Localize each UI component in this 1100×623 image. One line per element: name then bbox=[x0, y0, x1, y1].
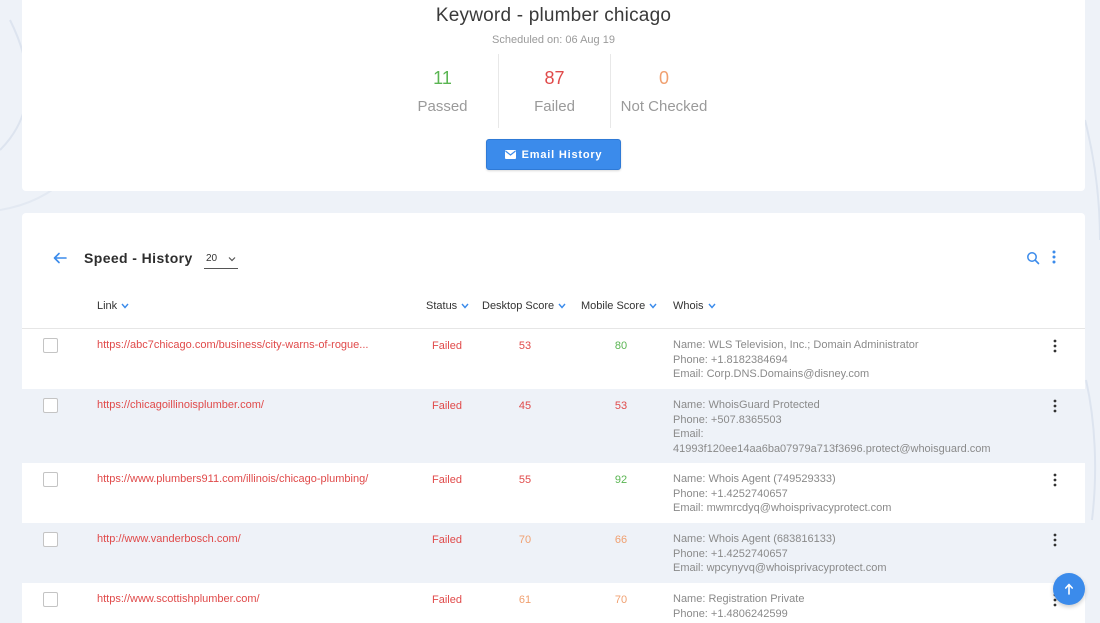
table-row: https://chicagoillinoisplumber.com/ Fail… bbox=[22, 389, 1085, 463]
stat-not-checked: 0 Not Checked bbox=[610, 54, 718, 128]
column-header-mobile-score[interactable]: Mobile Score bbox=[581, 300, 657, 312]
sort-chevron-icon bbox=[649, 303, 657, 309]
chevron-down-icon bbox=[228, 257, 236, 262]
row-desktop-score: 61 bbox=[518, 594, 532, 606]
row-checkbox[interactable] bbox=[43, 592, 58, 607]
row-whois: Name: WhoisGuard Protected Phone: +507.8… bbox=[673, 398, 1033, 456]
table-row: http://www.vanderbosch.com/ Failed 70 66… bbox=[22, 523, 1085, 583]
email-history-button[interactable]: Email History bbox=[486, 139, 621, 170]
row-more-options-icon[interactable] bbox=[1050, 473, 1060, 487]
failed-label: Failed bbox=[534, 98, 575, 115]
stat-passed: 11 Passed bbox=[387, 54, 498, 128]
row-whois: Name: Registration Private Phone: +1.480… bbox=[673, 592, 1033, 621]
whois-phone: Phone: +1.4806242599 bbox=[673, 607, 788, 620]
table-row: https://abc7chicago.com/business/city-wa… bbox=[22, 329, 1085, 389]
whois-phone: Phone: +507.8365503 bbox=[673, 413, 782, 426]
search-icon[interactable] bbox=[1026, 251, 1040, 265]
row-status: Failed bbox=[432, 400, 462, 412]
arrow-up-icon bbox=[1065, 583, 1073, 595]
whois-name: Name: Registration Private bbox=[673, 593, 805, 605]
row-whois: Name: Whois Agent (683816133) Phone: +1.… bbox=[673, 532, 1033, 576]
whois-email: Email: mwmrcdyq@whoisprivacyprotect.com bbox=[673, 502, 892, 514]
row-checkbox[interactable] bbox=[43, 532, 58, 547]
back-arrow-icon[interactable] bbox=[52, 250, 68, 266]
row-desktop-score: 45 bbox=[518, 400, 532, 412]
row-status: Failed bbox=[432, 340, 462, 352]
sort-chevron-icon bbox=[121, 303, 129, 309]
row-link[interactable]: https://www.plumbers911.com/illinois/chi… bbox=[97, 473, 397, 485]
row-desktop-score: 53 bbox=[518, 340, 532, 352]
row-link[interactable]: http://www.vanderbosch.com/ bbox=[97, 533, 397, 545]
row-whois: Name: WLS Television, Inc.; Domain Admin… bbox=[673, 338, 1033, 382]
row-desktop-score: 70 bbox=[518, 534, 532, 546]
email-history-label: Email History bbox=[521, 148, 603, 161]
row-whois: Name: Whois Agent (749529333) Phone: +1.… bbox=[673, 472, 1033, 516]
column-mobile-label: Mobile Score bbox=[581, 300, 646, 312]
whois-email-value: 41993f120ee14aa6ba07979a713f3696.protect… bbox=[673, 442, 991, 455]
whois-name: Name: Whois Agent (683816133) bbox=[673, 533, 836, 545]
row-status: Failed bbox=[432, 594, 462, 606]
sort-chevron-icon bbox=[708, 303, 716, 309]
row-mobile-score: 66 bbox=[614, 534, 628, 546]
not-checked-count: 0 bbox=[658, 68, 669, 88]
row-status: Failed bbox=[432, 474, 462, 486]
whois-phone: Phone: +1.4252740657 bbox=[673, 487, 788, 500]
row-mobile-score: 80 bbox=[614, 340, 628, 352]
envelope-icon bbox=[504, 150, 516, 159]
row-mobile-score: 53 bbox=[614, 400, 628, 412]
whois-email: Email: bbox=[673, 428, 704, 440]
failed-count: 87 bbox=[544, 68, 565, 88]
row-desktop-score: 55 bbox=[518, 474, 532, 486]
column-status-label: Status bbox=[426, 300, 458, 312]
column-desktop-label: Desktop Score bbox=[482, 300, 555, 312]
column-link-label: Link bbox=[97, 300, 118, 312]
keyword-summary-card: Keyword - plumber chicago Scheduled on: … bbox=[22, 0, 1085, 191]
column-header-status[interactable]: Status bbox=[426, 300, 469, 312]
column-header-link[interactable]: Link bbox=[97, 300, 129, 312]
row-more-options-icon[interactable] bbox=[1050, 399, 1060, 413]
sort-chevron-icon bbox=[558, 303, 566, 309]
row-status: Failed bbox=[432, 534, 462, 546]
more-options-icon[interactable] bbox=[1048, 250, 1060, 264]
whois-name: Name: Whois Agent (749529333) bbox=[673, 473, 836, 485]
row-link[interactable]: https://abc7chicago.com/business/city-wa… bbox=[97, 339, 397, 351]
row-link[interactable]: https://www.scottishplumber.com/ bbox=[97, 593, 397, 605]
row-mobile-score: 70 bbox=[614, 594, 628, 606]
speed-history-panel: Speed - History 20 Link Status Desktop S… bbox=[22, 213, 1085, 623]
per-page-select[interactable]: 20 bbox=[204, 253, 238, 269]
whois-name: Name: WhoisGuard Protected bbox=[673, 399, 820, 411]
row-checkbox[interactable] bbox=[43, 338, 58, 353]
whois-phone: Phone: +1.8182384694 bbox=[673, 353, 788, 366]
page-title: Speed - History bbox=[84, 250, 193, 266]
per-page-value: 20 bbox=[206, 253, 218, 264]
scheduled-date: Scheduled on: 06 Aug 19 bbox=[492, 34, 615, 46]
sort-chevron-icon bbox=[461, 303, 469, 309]
stat-failed: 87 Failed bbox=[498, 54, 611, 128]
whois-email: Email: Corp.DNS.Domains@disney.com bbox=[673, 368, 870, 380]
whois-email: Email: wpcynyvq@whoisprivacyprotect.com bbox=[673, 562, 887, 574]
row-checkbox[interactable] bbox=[43, 472, 58, 487]
history-table-body: https://abc7chicago.com/business/city-wa… bbox=[22, 328, 1085, 623]
table-row: https://www.plumbers911.com/illinois/chi… bbox=[22, 463, 1085, 523]
whois-phone: Phone: +1.4252740657 bbox=[673, 547, 788, 560]
row-more-options-icon[interactable] bbox=[1050, 339, 1060, 353]
passed-count: 11 bbox=[433, 68, 452, 88]
row-checkbox[interactable] bbox=[43, 398, 58, 413]
whois-name: Name: WLS Television, Inc.; Domain Admin… bbox=[673, 339, 919, 351]
column-whois-label: Whois bbox=[673, 300, 704, 312]
column-header-whois[interactable]: Whois bbox=[673, 300, 716, 312]
row-more-options-icon[interactable] bbox=[1050, 533, 1060, 547]
passed-label: Passed bbox=[417, 98, 468, 115]
row-mobile-score: 92 bbox=[614, 474, 628, 486]
column-header-desktop-score[interactable]: Desktop Score bbox=[482, 300, 566, 312]
scroll-to-top-button[interactable] bbox=[1053, 573, 1085, 605]
keyword-title: Keyword - plumber chicago bbox=[435, 5, 672, 26]
not-checked-label: Not Checked bbox=[620, 98, 708, 115]
table-row: https://www.scottishplumber.com/ Failed … bbox=[22, 583, 1085, 623]
row-link[interactable]: https://chicagoillinoisplumber.com/ bbox=[97, 399, 397, 411]
